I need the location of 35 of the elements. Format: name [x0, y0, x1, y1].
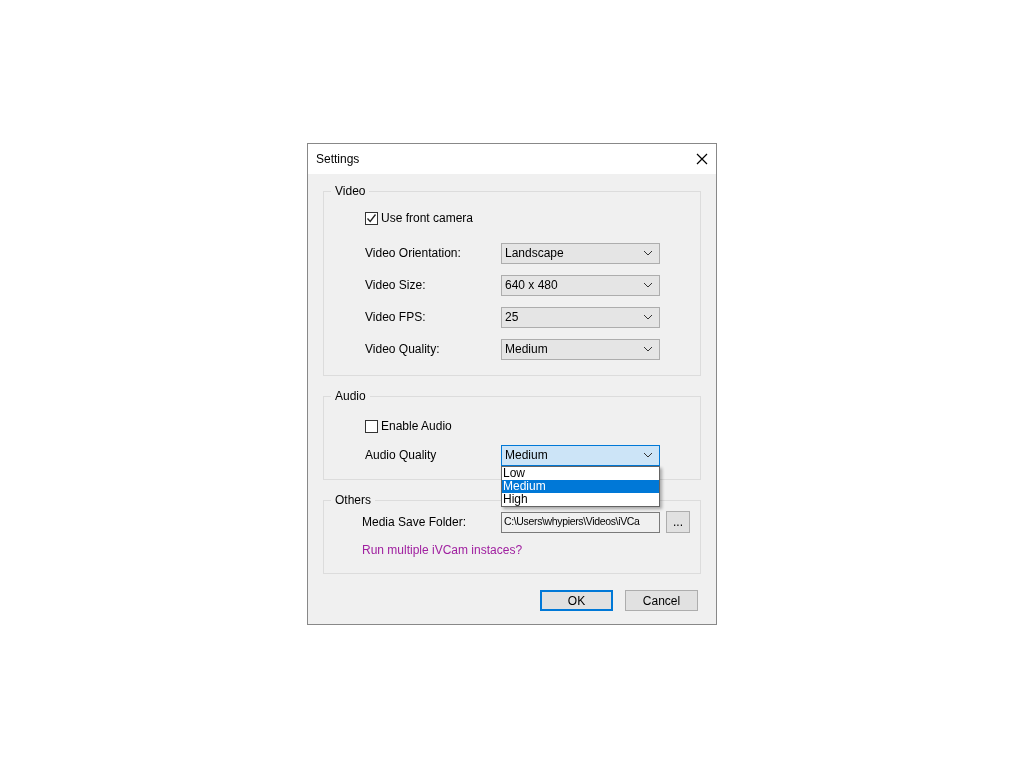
dropdown[interactable]: 25 [501, 306, 660, 328]
field-label: Media Save Folder: [362, 514, 468, 531]
cancel-button[interactable]: Cancel [625, 590, 698, 611]
field-label: Video Size: [365, 277, 427, 294]
ok-button[interactable]: OK [540, 590, 613, 611]
dropdown[interactable]: Landscape [501, 242, 660, 264]
checkbox-label[interactable]: Enable Audio [381, 417, 452, 435]
dropdown-value: 25 [505, 309, 519, 326]
chevron-down-icon [643, 282, 653, 288]
chevron-down-icon [643, 250, 653, 256]
folder-path-field[interactable]: C:\Users\whypiers\Videos\iVCa [501, 511, 660, 533]
checkbox-label[interactable]: Use front camera [381, 209, 474, 227]
dropdown-value: Medium [505, 341, 548, 358]
dropdown-option[interactable]: High [502, 492, 659, 506]
field-label: Video FPS: [365, 309, 427, 326]
field-label: Audio Quality [365, 447, 438, 464]
dropdown[interactable]: 640 x 480 [501, 274, 660, 296]
close-icon[interactable] [696, 153, 708, 165]
checkbox-box[interactable] [365, 211, 378, 225]
chevron-down-icon [643, 452, 653, 458]
dropdown-option[interactable]: Low [502, 466, 659, 480]
chevron-down-icon [643, 346, 653, 352]
link[interactable]: Run multiple iVCam instaces? [362, 541, 523, 559]
dropdown[interactable]: Medium [501, 338, 660, 360]
window-title: Settings [316, 151, 360, 168]
browse-button[interactable]: ... [666, 511, 690, 533]
chevron-down-icon [643, 314, 653, 320]
dropdown-value: 640 x 480 [505, 277, 558, 294]
dropdown-value: Medium [505, 447, 548, 464]
checkmark-icon [366, 212, 377, 224]
field-label: Video Quality: [365, 341, 441, 358]
field-label: Video Orientation: [365, 245, 462, 262]
checkbox-box[interactable] [365, 419, 378, 433]
dropdown-value: Landscape [505, 245, 564, 262]
dropdown-option[interactable]: Medium [502, 479, 659, 493]
